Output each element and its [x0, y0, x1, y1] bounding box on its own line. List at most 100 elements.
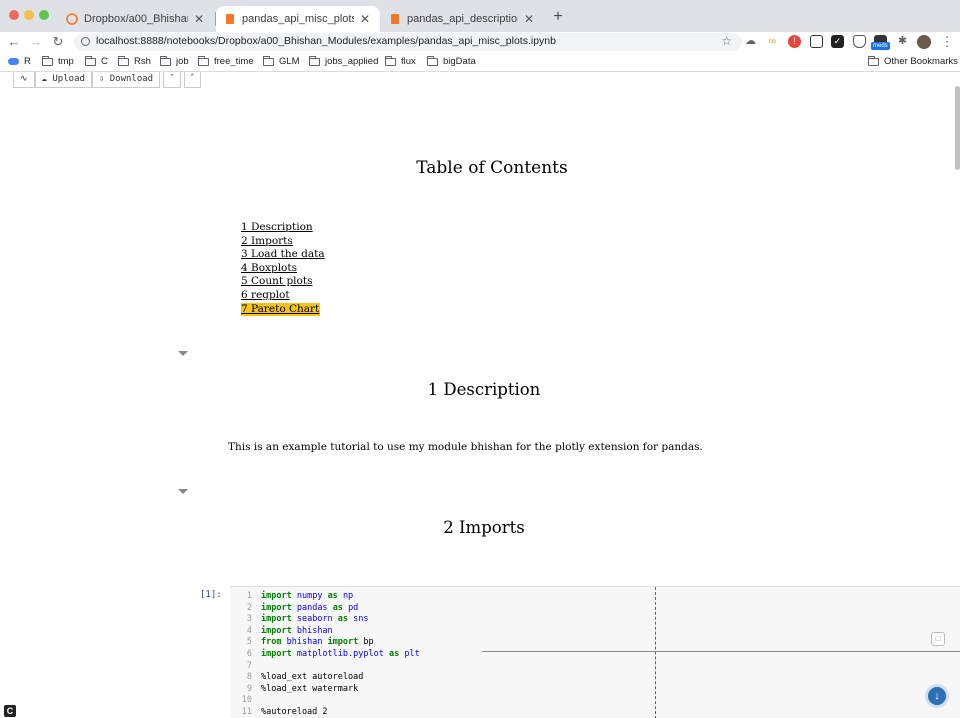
code-line: 2 import pandas as pd: [246, 602, 359, 613]
bookmark-jobs-applied[interactable]: jobs_applied: [309, 55, 379, 67]
bookmark-label: flux: [401, 56, 416, 67]
cloud-icon: [8, 58, 19, 65]
bookmark-free-time[interactable]: free_time: [198, 55, 254, 67]
new-tab-button[interactable]: +: [550, 8, 566, 26]
notebook-icon: [226, 14, 234, 24]
toc-link-regplot[interactable]: 6 regplot: [241, 289, 325, 303]
code-line: 7: [246, 660, 252, 671]
code-line: 3 import seaborn as sns: [246, 614, 369, 625]
bookmark-glm[interactable]: GLM: [263, 55, 300, 67]
tab-dropbox[interactable]: Dropbox/a00_Bhishan_Module ✕: [58, 6, 214, 32]
folder-icon: [868, 55, 879, 66]
back-icon[interactable]: ←: [6, 33, 22, 51]
bookmark-job[interactable]: job: [160, 55, 189, 67]
bookmark-r[interactable]: R: [8, 56, 31, 67]
reload-icon[interactable]: ↻: [50, 33, 66, 51]
browser-toolbar: ← → ↻ localhost:8888/notebooks/Dropbox/a…: [0, 32, 960, 52]
infinity-extension-icon[interactable]: ∞: [766, 35, 779, 48]
minimap-toggle-icon[interactable]: □: [931, 632, 945, 646]
folder-icon: [85, 55, 96, 66]
download-icon: ⇩: [98, 74, 110, 84]
folder-icon: [42, 55, 53, 66]
bookmark-label: free_time: [214, 56, 254, 67]
notebook-toolbar: ∿ ☁ Upload ⇩ Download ˆ ˆ: [13, 72, 201, 88]
folder-icon: [263, 55, 274, 66]
folder-icon: [427, 55, 438, 66]
toc-link-description[interactable]: 1 Description: [241, 221, 325, 235]
code-line: 11 %autoreload 2: [241, 707, 328, 717]
toc-link-count-plots[interactable]: 5 Count plots: [241, 275, 325, 289]
screenshot-extension-icon[interactable]: [810, 35, 823, 48]
status-badge: C: [4, 705, 16, 717]
bookmark-label: jobs_applied: [325, 56, 379, 67]
cloud-extension-icon[interactable]: ☁: [744, 35, 757, 48]
bookmark-label: bigData: [443, 56, 476, 67]
toc-link-load-data[interactable]: 3 Load the data: [241, 248, 325, 262]
alert-extension-icon[interactable]: !: [788, 35, 801, 48]
collapse-up-button[interactable]: ˆ: [163, 72, 181, 88]
collapse-heading-icon[interactable]: [178, 351, 188, 356]
bookmark-label: C: [101, 56, 108, 67]
code-cell[interactable]: 1 import numpy as np 2 import pandas as pd…: [230, 586, 960, 718]
section-heading-imports: 2 Imports: [443, 518, 525, 537]
address-bar[interactable]: localhost:8888/notebooks/Dropbox/a00_Bhi…: [74, 33, 742, 51]
code-line: 10: [241, 695, 252, 706]
chart-icon-button[interactable]: ∿: [13, 72, 35, 88]
minimize-window-button[interactable]: [24, 10, 34, 20]
forward-icon[interactable]: →: [28, 33, 44, 51]
upload-label: Upload: [52, 74, 85, 84]
cell-divider: [482, 651, 960, 652]
collapse-heading-icon[interactable]: [178, 489, 188, 494]
download-button[interactable]: ⇩ Download: [91, 72, 161, 88]
toc-link-pareto-chart[interactable]: 7 Pareto Chart: [241, 302, 321, 317]
section-heading-description: 1 Description: [427, 380, 541, 399]
tab-pandas-api-misc-plots[interactable]: pandas_api_misc_plots - Jupyt ✕: [216, 6, 380, 32]
puzzle-extensions-icon[interactable]: ✱: [896, 35, 909, 48]
other-bookmarks[interactable]: Other Bookmarks: [868, 55, 958, 67]
tab-title: Dropbox/a00_Bhishan_Module: [84, 13, 188, 25]
tab-title: pandas_api_description - Jupy: [407, 13, 518, 25]
bookmark-rsh[interactable]: Rsh: [118, 55, 151, 67]
bookmark-label: tmp: [58, 56, 74, 67]
close-tab-icon[interactable]: ✕: [358, 12, 372, 26]
bookmark-label: GLM: [279, 56, 300, 67]
folder-icon: [198, 55, 209, 66]
toc-list: 1 Description 2 Imports 3 Load the data …: [241, 221, 325, 317]
bookmark-label: job: [176, 56, 189, 67]
more-menu-icon[interactable]: ⋮: [939, 33, 955, 51]
upload-button[interactable]: ☁ Upload: [34, 72, 92, 88]
code-line: 5 from bhishan import bp: [246, 637, 374, 648]
pocket-extension-icon[interactable]: [853, 35, 866, 48]
bookmarks-bar: R tmp C Rsh job free_time GLM jobs_appli…: [0, 52, 960, 72]
maximize-window-button[interactable]: [39, 10, 49, 20]
notebook-page: ∿ ☁ Upload ⇩ Download ˆ ˆ Table of Conte…: [0, 72, 960, 718]
toc-link-boxplots[interactable]: 4 Boxplots: [241, 262, 325, 276]
scroll-to-top-icon[interactable]: ↓: [925, 684, 949, 708]
folder-icon: [118, 55, 129, 66]
url-text: localhost:8888/notebooks/Dropbox/a00_Bhi…: [96, 35, 556, 47]
bookmark-c[interactable]: C: [85, 55, 108, 67]
site-info-icon[interactable]: [81, 37, 90, 46]
download-label: Download: [109, 74, 154, 84]
browser-window: Dropbox/a00_Bhishan_Module ✕ pandas_api_…: [0, 0, 960, 718]
close-tab-icon[interactable]: ✕: [522, 12, 536, 26]
code-line: 4 import bhishan: [246, 625, 333, 636]
close-window-button[interactable]: [9, 10, 19, 20]
code-line: 6 import matplotlib.pyplot as plt: [246, 649, 420, 659]
bookmark-label: R: [24, 56, 31, 67]
bookmark-flux[interactable]: flux: [385, 55, 416, 67]
tab-title: pandas_api_misc_plots - Jupyt: [242, 13, 354, 25]
bookmark-star-icon[interactable]: ☆: [721, 34, 732, 48]
bookmark-bigdata[interactable]: bigData: [427, 55, 476, 67]
folder-icon: [309, 55, 320, 66]
check-extension-icon[interactable]: ✓: [831, 35, 844, 48]
avatar[interactable]: [917, 35, 931, 49]
tab-strip: Dropbox/a00_Bhishan_Module ✕ pandas_api_…: [0, 0, 960, 32]
bookmark-tmp[interactable]: tmp: [42, 55, 74, 67]
toc-link-imports[interactable]: 2 Imports: [241, 235, 325, 249]
close-tab-icon[interactable]: ✕: [192, 12, 206, 26]
cell-prompt: [1]:: [200, 590, 222, 600]
line-length-ruler: [655, 587, 656, 718]
tab-pandas-api-description[interactable]: pandas_api_description - Jupy ✕: [381, 6, 544, 32]
collapse-all-button[interactable]: ˆ: [183, 72, 201, 88]
